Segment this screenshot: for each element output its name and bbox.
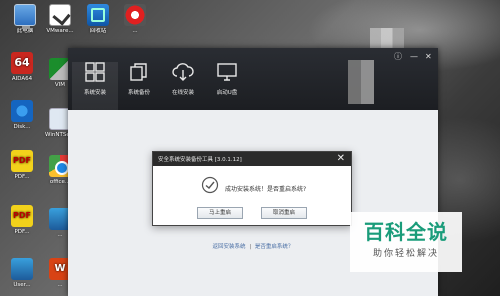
dialog-title: 安全系统安装备份工具 [3.0.1.12] (158, 157, 242, 163)
blurred-region (348, 60, 374, 104)
desktop-shortcut[interactable]: 此电脑 (5, 4, 45, 35)
dialog-close-icon[interactable]: ✕ (337, 153, 345, 164)
recycle-bin-icon (87, 4, 109, 26)
desktop-shortcut-label: 此电脑 (16, 28, 34, 34)
tab-system-install[interactable]: 系统安装 (72, 62, 118, 110)
desktop-shortcut-label: User... (13, 282, 31, 288)
success-check-icon (201, 176, 219, 194)
back-to-install-link[interactable]: 返回安装系统 (213, 244, 246, 250)
restart-dialog: 安全系统安装备份工具 [3.0.1.12] ✕ 成功安装系统！是否重启系统? 马… (152, 151, 352, 226)
user-icon (11, 258, 33, 280)
desktop-shortcut-label: PDF... (14, 229, 30, 235)
pdf-reader-icon: PDF (11, 150, 33, 172)
desktop-shortcut[interactable]: ... (115, 4, 155, 35)
tab-label: 系统备份 (127, 90, 150, 96)
desktop-shortcut[interactable]: User... (2, 258, 42, 289)
desktop-shortcut-label: Disk... (13, 124, 31, 130)
tab-boot-disk[interactable]: 启动U盘 (204, 62, 250, 96)
monitor-icon (217, 63, 237, 81)
computer-icon (14, 4, 36, 29)
watermark-title: 百科全说 (364, 220, 448, 244)
desktop-shortcut[interactable]: 回收站 (78, 4, 118, 35)
app-titlebar: ⓘ — ✕ 系统安装 系统备份 在线安装 启动U盘 (68, 48, 438, 110)
tab-online-install[interactable]: 在线安装 (160, 62, 206, 96)
tab-label: 启动U盘 (216, 90, 238, 96)
dialog-body: 成功安装系统！是否重启系统? 马上重启 取消重启 (153, 166, 351, 227)
desktop-shortcut[interactable]: PDF PDF... (2, 150, 42, 181)
watermark-subtitle: 助你轻松解决 (372, 249, 439, 259)
desktop-shortcut[interactable]: PDF PDF... (2, 205, 42, 236)
restart-now-button[interactable]: 马上重启 (197, 207, 243, 219)
tab-label: 在线安装 (171, 90, 194, 96)
desktop-shortcut-label: VMware... (46, 28, 74, 34)
tab-label: 系统安装 (83, 90, 106, 96)
pdf-editor-icon: PDF (11, 205, 33, 227)
dialog-titlebar: 安全系统安装备份工具 [3.0.1.12] ✕ (153, 152, 351, 166)
tab-system-backup[interactable]: 系统备份 (116, 62, 162, 96)
watermark-badge: 百科全说 助你轻松解决 (350, 212, 462, 272)
cloud-download-icon (172, 63, 194, 81)
desktop-shortcut-label: PDF... (14, 174, 30, 180)
desktop-shortcut[interactable]: VMware... (40, 4, 80, 35)
app-circle-icon (124, 4, 146, 26)
desktop-shortcut[interactable]: Disk... (2, 100, 42, 131)
restart-system-link[interactable]: 是否重启系统？ (255, 244, 294, 250)
desktop-shortcut-label: AIDA64 (11, 76, 33, 82)
aida64-icon: 64 (11, 52, 33, 74)
footer-separator: | (249, 244, 252, 250)
blurred-region (370, 28, 404, 48)
diskgenius-icon (11, 100, 33, 122)
desktop-shortcut-label: 回收站 (89, 28, 107, 34)
dialog-message: 成功安装系统！是否重启系统? (225, 186, 307, 193)
info-icon[interactable]: ⓘ (394, 53, 402, 61)
copy-icon (130, 63, 147, 81)
vm-icon (49, 4, 71, 26)
desktop-shortcut[interactable]: 64 AIDA64 (2, 52, 42, 83)
close-icon[interactable]: ✕ (425, 53, 432, 61)
desktop-shortcut-label: ... (132, 28, 138, 34)
minimize-icon[interactable]: — (410, 53, 418, 61)
windows-icon (85, 62, 105, 82)
cancel-restart-button[interactable]: 取消重启 (261, 207, 307, 219)
